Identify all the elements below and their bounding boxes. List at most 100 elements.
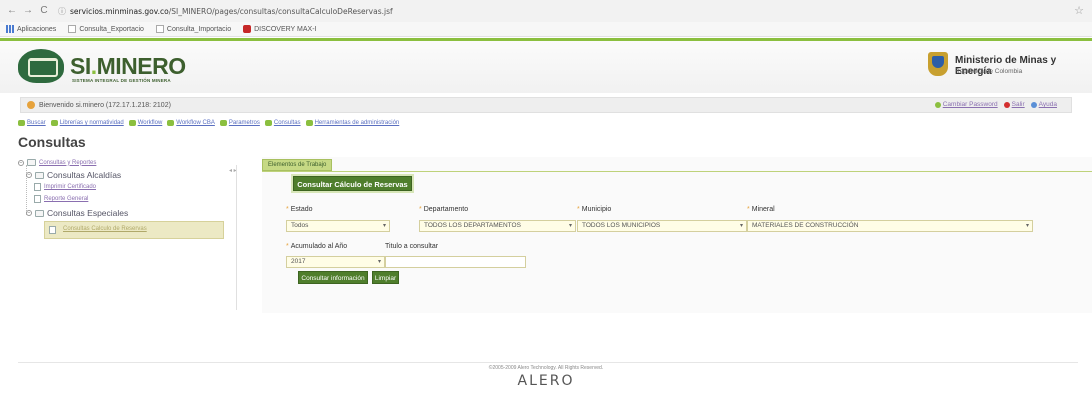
bookmark-consulta-exportacion[interactable]: Consulta_Exportacio — [68, 25, 144, 33]
tab-elementos-de-trabajo[interactable]: Elementos de Trabajo — [262, 159, 333, 171]
tree-item-consultas-alcaldias[interactable]: − Consultas Alcaldías — [26, 170, 121, 180]
collapse-icon[interactable]: − — [26, 210, 32, 216]
departamento-value: TODOS LOS DEPARTAMENTOS — [424, 222, 521, 229]
menu-label: Workflow — [137, 120, 163, 126]
bookmark-star-icon[interactable]: ☆ — [1074, 4, 1084, 17]
menu-label: Librerías y normatividad — [59, 120, 124, 126]
menu-label: Buscar — [27, 120, 46, 126]
tab-underline — [262, 171, 1092, 172]
menu-workflow-cba[interactable]: Workflow CBA — [167, 120, 215, 126]
user-links: Cambiar Password Salir Ayuda — [934, 101, 1057, 108]
bookmark-label: Consulta_Exportacio — [79, 25, 144, 33]
settings-icon — [219, 120, 227, 126]
reload-icon[interactable]: C — [38, 5, 50, 17]
departamento-label-text: Departamento — [423, 206, 469, 213]
tree-item-consultas-especiales[interactable]: − Consultas Especiales — [26, 208, 128, 218]
folder-icon — [27, 159, 36, 166]
si-minero-logo-icon — [18, 49, 64, 83]
document-icon — [34, 195, 41, 203]
municipio-select[interactable]: TODOS LOS MUNICIPIOS ▾ — [577, 220, 747, 232]
panel-divider[interactable] — [236, 165, 237, 310]
anio-label-text: Acumulado al Año — [290, 243, 348, 250]
help-link[interactable]: Ayuda — [1030, 101, 1057, 108]
change-password-link[interactable]: Cambiar Password — [934, 101, 998, 108]
info-icon[interactable]: ⓘ — [58, 6, 66, 17]
logout-label: Salir — [1011, 101, 1025, 108]
search-icon — [18, 120, 25, 126]
anio-label: * Acumulado al Año — [286, 243, 347, 250]
folder-icon — [35, 171, 44, 179]
browser-toolbar: ← → C ⓘ servicios.minminas.gov.co/SI_MIN… — [0, 0, 1092, 22]
document-icon — [34, 183, 41, 191]
mineral-select[interactable]: MATERIALES DE CONSTRUCCIÓN ▾ — [747, 220, 1033, 232]
apps-icon — [6, 25, 14, 33]
bookmarks-bar: Aplicaciones Consulta_Exportacio Consult… — [0, 22, 1092, 37]
welcome-bar: Bienvenido si.minero (172.17.1.218: 2102… — [20, 97, 1072, 113]
titulo-label: Titulo a consultar — [385, 243, 438, 250]
page-title: Consultas — [18, 134, 86, 150]
menu-label: Consultas — [273, 120, 301, 126]
tree-item-consultas-reportes[interactable]: − Consultas y Reportes — [18, 159, 96, 166]
address-bar[interactable]: servicios.minminas.gov.co/SI_MINERO/page… — [70, 7, 393, 16]
collapse-icon[interactable]: − — [18, 159, 24, 166]
anio-select[interactable]: 2017 ▾ — [286, 256, 385, 268]
tree-item-imprimir-certificado[interactable]: Imprimir Certificado — [34, 183, 96, 191]
titulo-input[interactable] — [385, 256, 526, 268]
page-icon — [155, 25, 164, 33]
collapse-icon[interactable]: − — [26, 172, 32, 178]
estado-select[interactable]: Todos ▾ — [286, 220, 390, 232]
required-mark: * — [419, 206, 422, 213]
bookmark-aplicaciones[interactable]: Aplicaciones — [6, 25, 56, 33]
url-path: /SI_MINERO/pages/consultas/consultaCalcu… — [168, 6, 393, 16]
tree-item-label: Reporte General — [44, 196, 89, 202]
consultar-informacion-button[interactable]: Consultar información — [298, 271, 368, 284]
back-icon[interactable]: ← — [6, 5, 18, 17]
mineral-label-text: Mineral — [751, 206, 775, 213]
copyright-text: ©2005-2009 Alero Technology. All Rights … — [488, 365, 604, 371]
chevron-down-icon: ▾ — [739, 223, 743, 229]
search-icon — [264, 120, 272, 126]
bookmark-discovery[interactable]: DISCOVERY MAX-I — [243, 25, 316, 33]
key-icon — [934, 101, 941, 108]
limpiar-button[interactable]: Limpiar — [372, 271, 399, 284]
departamento-label: * Departamento — [419, 206, 468, 213]
tree-item-reporte-general[interactable]: Reporte General — [34, 195, 88, 203]
forward-icon[interactable]: → — [22, 5, 34, 17]
estado-label-text: Estado — [290, 206, 313, 213]
tree-item-calculo-reservas[interactable]: Consultas Calculo de Reservas — [44, 221, 224, 239]
logo-name-main: SI — [70, 53, 91, 79]
menu-buscar[interactable]: Buscar — [18, 120, 46, 126]
municipio-value: TODOS LOS MUNICIPIOS — [582, 222, 661, 229]
menu-workflow[interactable]: Workflow — [128, 120, 163, 126]
page-icon — [68, 25, 77, 33]
welcome-text: Bienvenido si.minero (172.17.1.218: 2102… — [39, 101, 171, 109]
menu-parametros[interactable]: Parametros — [219, 120, 260, 126]
tree-item-label: Imprimir Certificado — [44, 184, 97, 190]
library-icon — [50, 120, 58, 126]
footer-rule — [18, 362, 1078, 363]
menu-consultas[interactable]: Consultas — [264, 120, 301, 126]
departamento-select[interactable]: TODOS LOS DEPARTAMENTOS ▾ — [419, 220, 576, 232]
municipio-label-text: Municipio — [581, 206, 612, 213]
bookmark-label: DISCOVERY MAX-I — [254, 25, 317, 33]
menu-label: Workflow CBA — [176, 120, 215, 126]
menu-herramientas[interactable]: Herramientas de administración — [305, 120, 399, 126]
folder-icon — [35, 209, 44, 217]
logout-link[interactable]: Salir — [1003, 101, 1025, 108]
chevron-down-icon: ▾ — [377, 259, 381, 265]
chevron-down-icon: ▾ — [1025, 223, 1029, 229]
document-icon — [49, 226, 56, 234]
exit-icon — [1003, 101, 1010, 108]
section-title-button[interactable]: Consultar Cálculo de Reservas — [293, 176, 412, 191]
mineral-value: MATERIALES DE CONSTRUCCIÓN — [752, 222, 859, 229]
site-header: SI.MINERO SISTEMA INTEGRAL DE GESTIÓN MI… — [0, 41, 1092, 93]
chevron-down-icon: ▾ — [568, 223, 572, 229]
menu-librerias[interactable]: Librerías y normatividad — [50, 120, 124, 126]
tree-item-label: Consultas y Reportes — [39, 159, 97, 166]
alero-logo: ALERO — [517, 373, 575, 389]
logo-name-rest: MINERO — [96, 53, 187, 79]
user-icon — [27, 101, 35, 109]
url-host: servicios.minminas.gov.co — [70, 6, 169, 16]
bookmark-consulta-importacion[interactable]: Consulta_Importacio — [155, 25, 231, 33]
estado-label: * Estado — [286, 206, 313, 213]
